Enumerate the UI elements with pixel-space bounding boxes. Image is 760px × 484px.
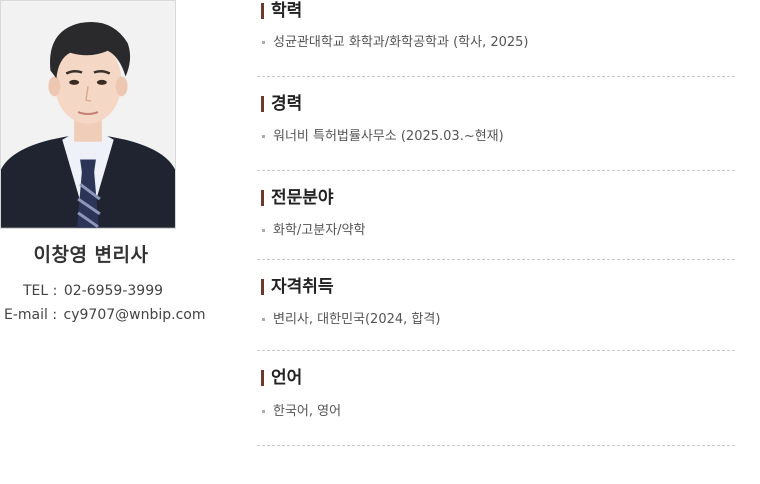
section-languages: 언어 한국어, 영어 [257, 350, 735, 446]
list-item-text: 변리사, 대한민국(2024, 합격) [273, 312, 441, 327]
phone-label: TEL : [23, 283, 58, 299]
bullet-icon [262, 135, 265, 138]
phone-line: TEL : 02-6959-3999 [23, 283, 163, 299]
list-item: 성균관대학교 화학과/화학공학과 (학사, 2025) [257, 34, 529, 52]
bullet-icon [262, 41, 265, 44]
portrait-image [1, 1, 175, 228]
profile-photo [0, 0, 176, 229]
section-title: 경력 [257, 93, 735, 115]
section-education: 학력 성균관대학교 화학과/화학공학과 (학사, 2025) [257, 0, 735, 77]
title-bar-icon [261, 3, 264, 19]
list-item: 변리사, 대한민국(2024, 합격) [257, 311, 440, 329]
list-item-text: 화학/고분자/약학 [273, 223, 366, 238]
section-title: 언어 [257, 367, 735, 389]
section-title-text: 자격취득 [271, 277, 334, 297]
section-title: 전문분야 [257, 187, 735, 209]
section-title: 학력 [257, 0, 735, 22]
bullet-icon [262, 318, 265, 321]
section-expertise: 전문분야 화학/고분자/약학 [257, 170, 735, 260]
list-item: 한국어, 영어 [257, 403, 341, 421]
email-address: cy9707@wnbip.com [63, 307, 206, 323]
title-bar-icon [261, 279, 264, 295]
section-title-text: 학력 [271, 1, 303, 21]
phone-number: 02-6959-3999 [63, 283, 164, 299]
list-item: 화학/고분자/약학 [257, 222, 365, 240]
section-title: 자격취득 [257, 276, 735, 298]
section-title-text: 경력 [271, 94, 303, 114]
section-title-text: 언어 [271, 368, 303, 388]
list-item-text: 한국어, 영어 [273, 404, 342, 419]
section-title-text: 전문분야 [271, 188, 334, 208]
list-item: 워너비 특허법률사무소 (2025.03.~현재) [257, 128, 504, 146]
list-item-text: 성균관대학교 화학과/화학공학과 (학사, 2025) [273, 35, 529, 50]
bullet-icon [262, 410, 265, 413]
section-career: 경력 워너비 특허법률사무소 (2025.03.~현재) [257, 76, 735, 171]
title-bar-icon [261, 190, 264, 206]
attorney-name: 이창영 변리사 [33, 244, 149, 266]
title-bar-icon [261, 96, 264, 112]
email-line: E-mail : cy9707@wnbip.com [4, 307, 205, 323]
title-bar-icon [261, 370, 264, 386]
list-item-text: 워너비 특허법률사무소 (2025.03.~현재) [273, 129, 504, 144]
email-label: E-mail : [4, 307, 58, 323]
section-qualifications: 자격취득 변리사, 대한민국(2024, 합격) [257, 259, 735, 351]
bullet-icon [262, 229, 265, 232]
